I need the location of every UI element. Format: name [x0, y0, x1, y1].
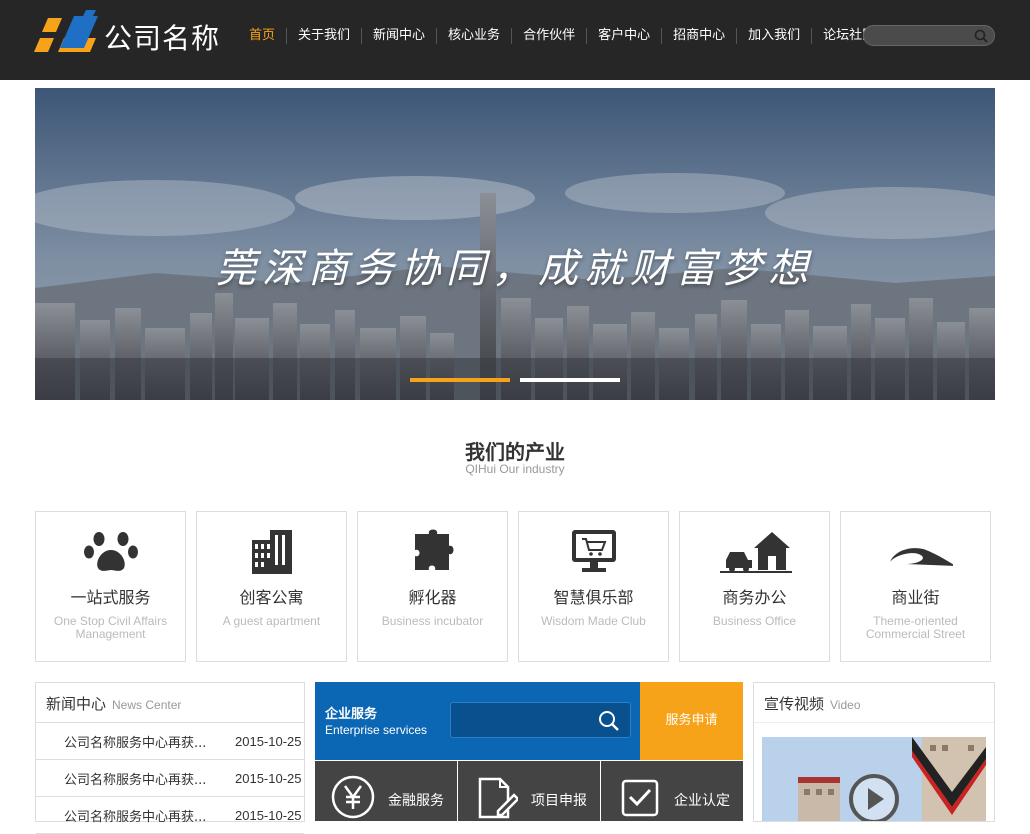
nav-item-join[interactable]: 加入我们 — [736, 28, 811, 44]
news-item-title[interactable]: 公司名称服务中心再获... — [64, 806, 227, 825]
industry-card[interactable]: 一站式服务 One Stop Civil Affairs Management — [35, 511, 186, 662]
nav-item-investment[interactable]: 招商中心 — [661, 28, 736, 44]
card-title: 创客公寓 — [239, 588, 304, 607]
industry-cards: 一站式服务 One Stop Civil Affairs Management … — [35, 511, 991, 662]
nav-item-news[interactable]: 新闻中心 — [361, 28, 436, 44]
banner-slogan: 莞深商务协同，成就财富梦想 — [216, 246, 814, 292]
news-header: 新闻中心 News Center — [36, 683, 304, 723]
card-title: 孵化器 — [408, 588, 457, 607]
nav-item-customers[interactable]: 客户中心 — [586, 28, 661, 44]
nav-item-about[interactable]: 关于我们 — [286, 28, 361, 44]
industry-title: 我们的产业 — [465, 440, 565, 464]
industry-card[interactable]: 商务办公 Business Office — [679, 511, 830, 662]
news-item-date: 2015-10-25 — [235, 733, 302, 749]
card-title: 一站式服务 — [70, 588, 151, 607]
video-thumbnail[interactable] — [762, 737, 986, 822]
news-item-date: 2015-10-25 — [235, 807, 302, 823]
card-subtitle: Business Office — [712, 614, 797, 628]
logo-icon[interactable] — [34, 10, 104, 62]
news-item-title[interactable]: 公司名称服务中心再获... — [64, 769, 227, 788]
brand-name[interactable]: 公司名称 — [104, 17, 220, 57]
news-panel: 新闻中心 News Center 公司名称服务中心再获... 2015-10-25… — [35, 682, 305, 834]
play-icon[interactable] — [848, 773, 900, 822]
paw-icon — [84, 532, 138, 571]
news-item[interactable]: 公司名称服务中心再获... 2015-10-25 — [36, 723, 304, 760]
enterprise-title-en: Enterprise services — [325, 723, 428, 737]
news-item[interactable]: 公司名称服务中心再获... 2015-10-25 — [36, 760, 304, 797]
slider-dot-1[interactable] — [410, 378, 510, 382]
service-label: 企业认定 — [674, 793, 730, 809]
enterprise-search-input[interactable] — [450, 702, 631, 738]
search-icon[interactable] — [974, 29, 988, 43]
card-subtitle: Theme-oriented Commercial Street — [865, 614, 966, 641]
main-nav: 首页 关于我们 新闻中心 核心业务 合作伙伴 客户中心 招商中心 加入我们 论坛… — [238, 26, 886, 46]
industry-card[interactable]: 创客公寓 A guest apartment — [196, 511, 347, 662]
nav-item-partners[interactable]: 合作伙伴 — [511, 28, 586, 44]
industry-card[interactable]: 智慧俱乐部 Wisdom Made Club — [518, 511, 669, 662]
nav-item-home[interactable]: 首页 — [238, 28, 286, 44]
industry-subtitle: QIHui Our industry — [465, 462, 565, 476]
card-title: 商业街 — [891, 588, 940, 607]
video-header: 宣传视频 Video — [754, 683, 994, 723]
monitor-cart-icon — [572, 530, 616, 572]
service-label: 金融服务 — [388, 793, 444, 809]
enterprise-services-panel: 企业服务 Enterprise services — [315, 682, 640, 760]
news-item[interactable]: 公司名称服务中心再获... 2015-10-25 — [36, 797, 304, 834]
check-icon — [621, 779, 659, 817]
video-title-en: Video — [830, 698, 861, 712]
document-pen-icon — [478, 777, 518, 819]
industry-card[interactable]: 孵化器 Business incubator — [357, 511, 508, 662]
nav-item-core-business[interactable]: 核心业务 — [436, 28, 511, 44]
service-finance-button[interactable]: 金融服务 — [315, 761, 457, 821]
card-title: 商务办公 — [722, 588, 787, 607]
slider-dot-2[interactable] — [520, 378, 620, 382]
service-certify-button[interactable]: 企业认定 — [601, 761, 743, 821]
card-subtitle: A guest apartment — [222, 614, 321, 628]
service-project-button[interactable]: 项目申报 — [458, 761, 600, 821]
road-icon — [890, 548, 953, 566]
card-subtitle: Wisdom Made Club — [541, 614, 646, 628]
card-subtitle: One Stop Civil Affairs Management — [53, 614, 168, 641]
enterprise-title: 企业服务 — [325, 707, 378, 722]
card-subtitle: Business incubator — [381, 614, 484, 628]
building-icon — [252, 530, 292, 574]
industry-card[interactable]: 商业街 Theme-oriented Commercial Street — [840, 511, 991, 662]
service-apply-button[interactable]: 服务申请 — [640, 682, 743, 760]
puzzle-icon — [415, 529, 454, 570]
site-header: 公司名称 首页 关于我们 新闻中心 核心业务 合作伙伴 客户中心 招商中心 加入… — [0, 0, 1030, 80]
yen-icon — [331, 775, 375, 819]
video-panel: 宣传视频 Video — [753, 682, 995, 822]
news-title[interactable]: 新闻中心 — [46, 695, 106, 713]
video-title[interactable]: 宣传视频 — [764, 695, 824, 713]
house-car-icon — [720, 532, 792, 573]
card-title: 智慧俱乐部 — [553, 588, 634, 607]
service-label: 项目申报 — [531, 793, 587, 809]
news-item-date: 2015-10-25 — [235, 770, 302, 786]
slider-dots — [410, 378, 620, 382]
news-item-title[interactable]: 公司名称服务中心再获... — [64, 732, 227, 751]
news-title-en: News Center — [112, 698, 182, 712]
search-icon[interactable] — [598, 710, 620, 732]
search-input[interactable] — [863, 25, 995, 46]
hero-banner[interactable]: 莞深商务协同，成就财富梦想 — [35, 88, 995, 400]
